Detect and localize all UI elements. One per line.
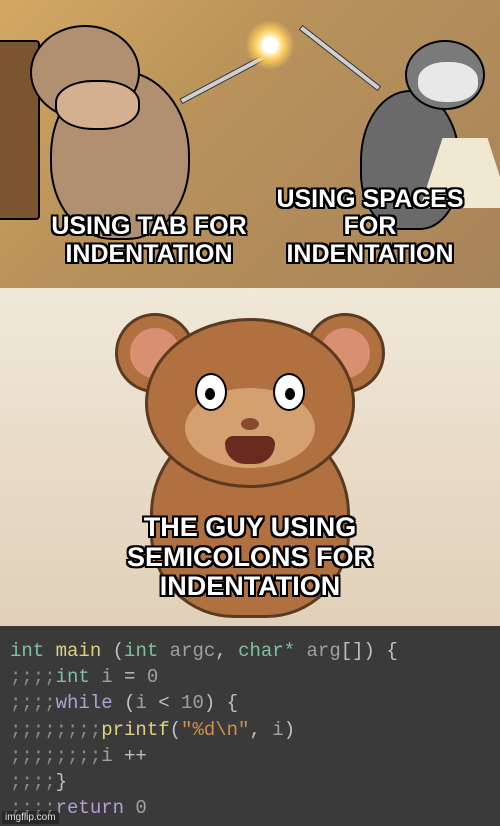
jerry-nose xyxy=(241,418,259,430)
caption-top-left: USING TAB FOR INDENTATION xyxy=(44,213,254,268)
code-line-6: ;;;;} xyxy=(10,769,490,795)
code-line-5: ;;;;;;;;i ++ xyxy=(10,743,490,769)
meme-panel-middle: THE GUY USING SEMICOLONS FOR INDENTATION xyxy=(0,288,500,626)
tom-cat-face xyxy=(418,62,478,102)
jerry-pupil-left xyxy=(205,388,215,400)
meme-panel-top: USING TAB FOR INDENTATION USING SPACES F… xyxy=(0,0,500,288)
code-panel: int main (int argc, char* arg[]) { ;;;;i… xyxy=(0,626,500,826)
code-line-4: ;;;;;;;;printf("%d\n", i) xyxy=(10,717,490,743)
code-line-2: ;;;;int i = 0 xyxy=(10,664,490,690)
code-line-7: ;;;;return 0 xyxy=(10,795,490,821)
sword-right xyxy=(299,25,381,91)
caption-top-right: USING SPACES FOR INDENTATION xyxy=(260,186,480,269)
code-line-3: ;;;;while (i < 10) { xyxy=(10,690,490,716)
code-line-1: int main (int argc, char* arg[]) { xyxy=(10,638,490,664)
caption-middle: THE GUY USING SEMICOLONS FOR INDENTATION xyxy=(60,513,440,602)
watermark: imgflip.com xyxy=(2,811,59,824)
jerry-pupil-right xyxy=(285,388,295,400)
spike-dog-jaw xyxy=(55,80,140,130)
sword-clash-effect xyxy=(245,20,295,70)
